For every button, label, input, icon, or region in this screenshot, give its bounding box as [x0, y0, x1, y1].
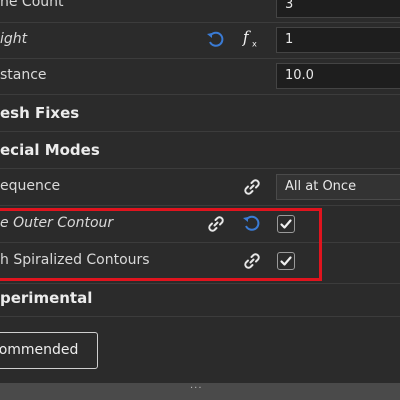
recommended-button[interactable]: commended — [0, 332, 98, 369]
divider — [0, 22, 400, 23]
divider — [0, 168, 400, 169]
height-label: ight — [0, 31, 28, 47]
function-icon[interactable]: f x — [242, 29, 262, 49]
svg-text:x: x — [252, 38, 257, 48]
sequence-label: equence — [0, 178, 61, 194]
link-icon[interactable] — [242, 177, 262, 197]
divider — [0, 131, 400, 132]
height-field[interactable]: 1 — [276, 27, 400, 53]
divider — [0, 205, 400, 206]
highlight-box — [0, 208, 322, 281]
section-special-modes[interactable]: ecial Modes — [0, 141, 100, 159]
grip-icon: ··· — [190, 383, 203, 394]
divider — [0, 58, 400, 59]
section-experimental[interactable]: perimental — [0, 289, 92, 307]
divider — [0, 316, 400, 317]
line-count-label: ne Count — [0, 0, 64, 10]
divider — [0, 94, 400, 95]
distance-label: stance — [0, 67, 47, 83]
resize-handle[interactable]: ··· — [0, 383, 400, 400]
reset-icon[interactable] — [206, 30, 226, 50]
distance-field[interactable]: 10.0 — [276, 63, 400, 89]
svg-text:f: f — [242, 29, 251, 47]
sequence-dropdown[interactable]: All at Once — [276, 174, 400, 200]
section-mesh-fixes[interactable]: esh Fixes — [0, 104, 79, 122]
line-count-field[interactable]: 3 — [276, 0, 400, 18]
divider — [0, 283, 400, 284]
